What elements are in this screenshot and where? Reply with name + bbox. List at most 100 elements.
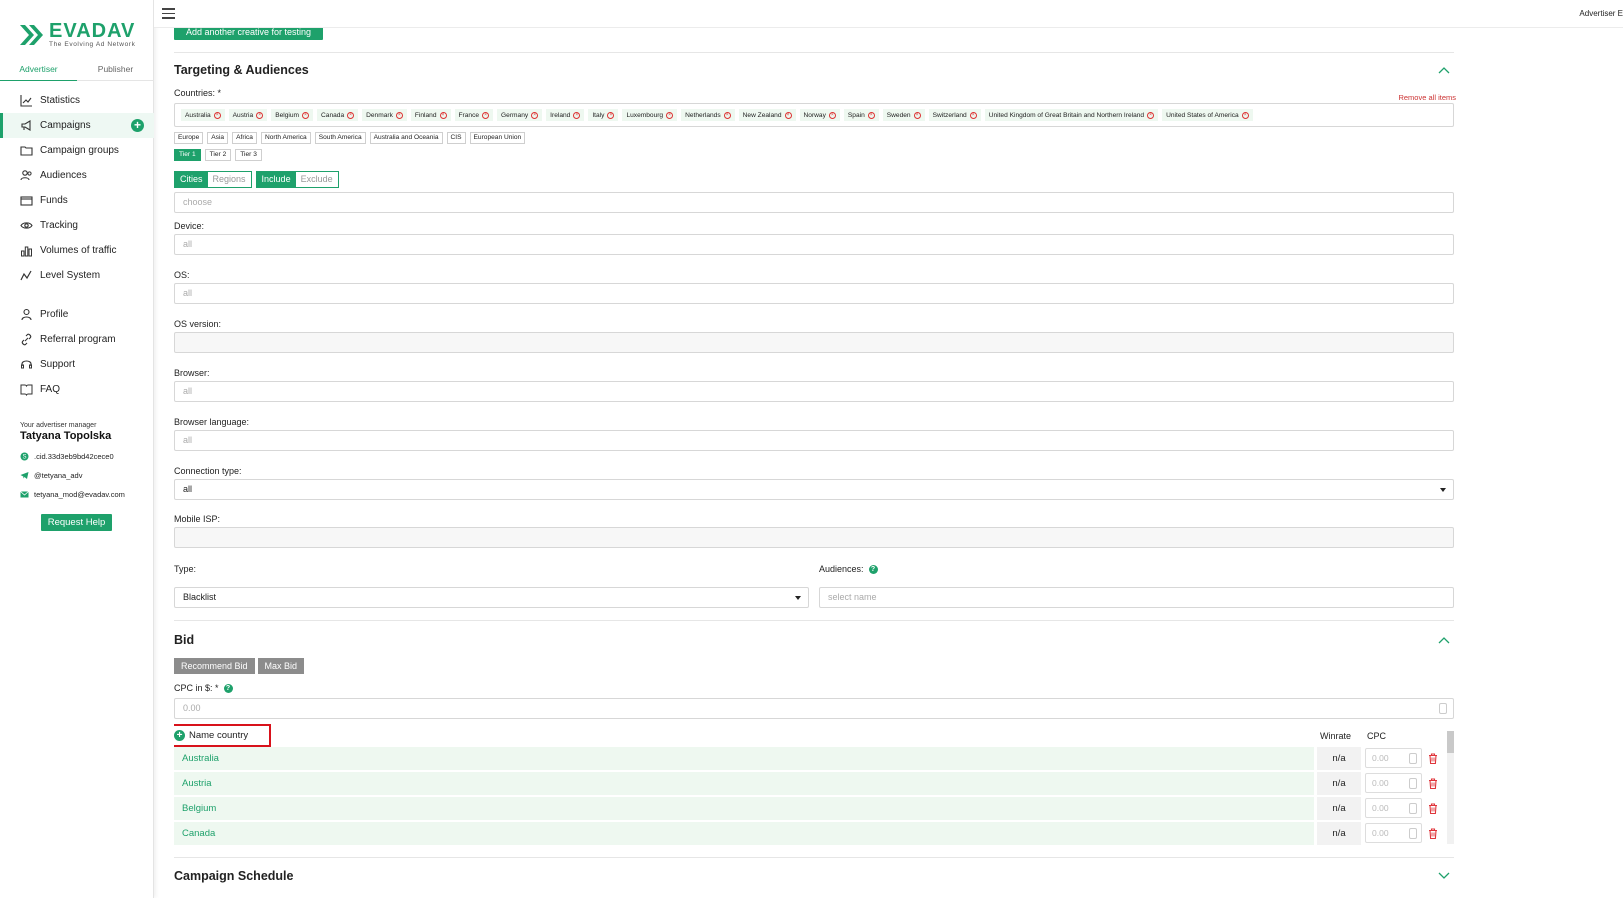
remove-chip-icon[interactable]: × [828,111,836,119]
sidebar-item-funds[interactable]: Funds [0,188,154,213]
collapse-targeting-icon[interactable] [1438,66,1450,74]
region-preset-button[interactable]: South America [314,132,366,144]
region-preset-button[interactable]: CIS [446,132,466,144]
add-country-icon[interactable]: + [174,730,185,741]
request-help-button[interactable]: Request Help [41,514,112,531]
remove-chip-icon[interactable]: × [573,111,581,119]
remove-chip-icon[interactable]: × [347,111,355,119]
country-name: Austria [174,772,1314,795]
stepper-icon[interactable] [1409,778,1417,789]
device-select[interactable]: all [174,234,1454,255]
remove-chip-icon[interactable]: × [913,111,921,119]
remove-chip-icon[interactable]: × [607,111,615,119]
country-cpc-input[interactable]: 0.00 [1365,823,1422,843]
exclude-toggle[interactable]: Exclude [296,172,338,187]
recommend-bid-button[interactable]: Recommend Bid [174,658,255,674]
regions-toggle[interactable]: Regions [208,172,251,187]
countries-select[interactable]: Australia × Austria × Belgium × Canada × Denmark… [174,103,1454,127]
tier-preset-button[interactable]: Tier 3 [235,149,262,161]
region-preset-button[interactable]: Asia [207,132,229,144]
sidebar-item-tracking[interactable]: Tracking [0,213,154,238]
sidebar-item-profile[interactable]: Profile [0,302,154,327]
tab-publisher[interactable]: Publisher [77,61,154,81]
manager-email[interactable]: tetyana_mod@evadav.com [20,489,150,499]
city-input[interactable]: choose [174,192,1454,213]
sidebar-item-referral-program[interactable]: Referral program [0,327,154,352]
remove-chip-icon[interactable]: × [439,111,447,119]
region-preset-button[interactable]: Africa [232,132,257,144]
manager-skype[interactable]: S .cid.33d3eb9bd42cece0 [20,451,150,461]
sidebar-item-level-system[interactable]: Level System [0,263,154,288]
table-scrollbar[interactable] [1447,731,1454,844]
region-preset-button[interactable]: Europe [174,132,204,144]
sidebar-item-faq[interactable]: FAQ [0,377,154,402]
trash-icon[interactable] [1428,753,1438,764]
trash-icon[interactable] [1428,828,1438,839]
remove-chip-icon[interactable]: × [302,111,310,119]
mobile-isp-label: Mobile ISP: [174,514,221,524]
sidebar-item-campaigns[interactable]: Campaigns + [0,113,154,138]
stepper-icon[interactable] [1409,828,1417,839]
country-chip: New Zealand × [738,109,796,121]
remove-chip-icon[interactable]: × [867,111,875,119]
name-country-header[interactable]: + Name country [174,730,248,741]
role-tabs: Advertiser Publisher [0,61,154,81]
help-icon[interactable]: ? [868,565,878,575]
stepper-icon[interactable] [1409,753,1417,764]
remove-chip-icon[interactable]: × [482,111,490,119]
add-creative-button[interactable]: Add another creative for testing [174,28,323,40]
remove-chip-icon[interactable]: × [784,111,792,119]
max-bid-button[interactable]: Max Bid [257,658,305,674]
type-select[interactable]: Blacklist [174,587,809,608]
country-cpc-input[interactable]: 0.00 [1365,773,1422,793]
mobile-isp-select[interactable] [174,527,1454,548]
browser-language-select[interactable]: all [174,430,1454,451]
cpc-input[interactable]: 0.00 [174,698,1454,719]
tier-preset-button[interactable]: Tier 1 [174,149,201,161]
trash-icon[interactable] [1428,803,1438,814]
remove-chip-icon[interactable]: × [256,111,264,119]
os-select[interactable]: all [174,283,1454,304]
remove-all-countries-link[interactable]: Remove all items [1398,93,1456,102]
country-cpc-input[interactable]: 0.00 [1365,748,1422,768]
remove-chip-icon[interactable]: × [723,111,731,119]
audiences-input[interactable]: select name [819,587,1454,608]
trash-icon[interactable] [1428,778,1438,789]
brand-logo[interactable]: EVADAV The Evolving Ad Network [18,20,135,50]
remove-chip-icon[interactable]: × [666,111,674,119]
remove-chip-icon[interactable]: × [969,111,977,119]
add-campaign-icon[interactable]: + [131,119,144,132]
menu-icon[interactable] [162,8,175,19]
cities-toggle[interactable]: Cities [175,172,208,187]
remove-chip-icon[interactable]: × [531,111,539,119]
browser-select[interactable]: all [174,381,1454,402]
region-preset-button[interactable]: Australia and Oceania [369,132,443,144]
country-cpc-input[interactable]: 0.00 [1365,798,1422,818]
stepper-icon[interactable] [1439,703,1447,714]
sidebar-item-statistics[interactable]: Statistics [0,88,154,113]
manager-telegram[interactable]: @tetyana_adv [20,470,150,480]
remove-chip-icon[interactable]: × [395,111,403,119]
sidebar-item-support[interactable]: Support [0,352,154,377]
region-preset-button[interactable]: North America [260,132,311,144]
sidebar-item-audiences[interactable]: Audiences [0,163,154,188]
expand-schedule-icon[interactable] [1438,872,1450,880]
region-preset-button[interactable]: European Union [469,132,526,144]
collapse-bid-icon[interactable] [1438,636,1450,644]
remove-chip-icon[interactable]: × [1147,111,1155,119]
sidebar-item-campaign-groups[interactable]: Campaign groups [0,138,154,163]
tier-preset-button[interactable]: Tier 2 [204,149,232,161]
connection-type-select[interactable]: all [174,479,1454,500]
account-menu[interactable]: Advertiser E [1579,9,1623,18]
help-icon[interactable]: ? [223,684,233,694]
remove-chip-icon[interactable]: × [1241,111,1249,119]
tab-advertiser[interactable]: Advertiser [0,61,77,81]
sidebar-item-volumes-of-traffic[interactable]: Volumes of traffic [0,238,154,263]
manager-name: Tatyana Topolska [20,430,112,442]
stepper-icon[interactable] [1409,803,1417,814]
scrollbar-thumb[interactable] [1447,731,1454,753]
remove-chip-icon[interactable]: × [213,111,221,119]
os-version-select[interactable] [174,332,1454,353]
include-toggle[interactable]: Include [256,172,296,187]
table-row: Australia n/a 0.00 [174,746,1438,771]
